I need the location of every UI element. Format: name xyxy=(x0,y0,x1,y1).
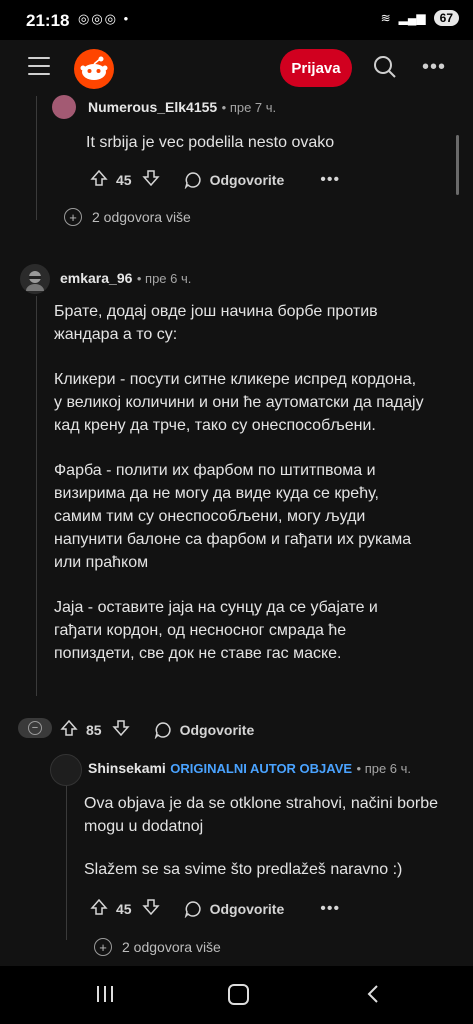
comment-username[interactable]: emkara_96 xyxy=(60,270,132,286)
search-icon[interactable] xyxy=(372,54,398,85)
comment-body: It srbija je vec podelila nesto ovako xyxy=(86,134,335,151)
status-bar: 21:18 ◎◎◎ • ≋ ▂▄▆ 67 xyxy=(0,0,473,40)
comment-time: пре 7 ч. xyxy=(229,100,277,115)
downvote-icon[interactable] xyxy=(111,719,130,740)
status-right: ≋ ▂▄▆ 67 xyxy=(381,10,459,26)
comment-time: пре 6 ч. xyxy=(145,271,192,286)
comment-actions: 85 Odgovorite xyxy=(60,719,254,740)
reply-icon xyxy=(184,900,201,918)
status-time: 21:18 xyxy=(26,11,70,30)
menu-icon[interactable] xyxy=(28,57,50,81)
home-icon[interactable] xyxy=(228,984,249,1005)
upvote-icon[interactable] xyxy=(90,169,108,190)
reddit-logo-icon[interactable] xyxy=(74,49,114,89)
collapse-button[interactable]: − xyxy=(18,718,52,738)
comment-body: Брате, додај овде још начина борбе проти… xyxy=(54,303,424,662)
recent-apps-icon[interactable] xyxy=(97,986,113,1002)
reply-button[interactable]: Odgovorite xyxy=(184,900,284,918)
reply-button[interactable]: Odgovorite xyxy=(154,721,254,739)
vote-count: 45 xyxy=(116,171,132,188)
comment-more-icon[interactable]: ••• xyxy=(320,171,340,189)
op-badge: ORIGINALNI AUTOR OBJAVE xyxy=(170,761,353,776)
reply-icon xyxy=(154,721,171,739)
wifi-icon: ≋ xyxy=(380,11,391,25)
reply-icon xyxy=(184,171,201,189)
downvote-icon[interactable] xyxy=(141,169,160,190)
downvote-icon[interactable] xyxy=(141,898,160,919)
reply-button[interactable]: Odgovorite xyxy=(184,171,284,189)
notification-icons: ◎◎◎ • xyxy=(78,11,131,26)
comment-body: Ova objava je da se otklone strahovi, na… xyxy=(84,795,438,878)
comment-username[interactable]: Numerous_Elk4155 xyxy=(88,99,217,115)
app-header: Prijava ••• xyxy=(0,40,473,96)
more-options-icon[interactable]: ••• xyxy=(422,56,446,79)
plus-icon: + xyxy=(64,208,82,226)
plus-icon: + xyxy=(94,938,112,956)
comment-username[interactable]: Shinsekami xyxy=(88,760,166,776)
minus-icon: − xyxy=(28,721,42,735)
avatar[interactable] xyxy=(50,754,82,786)
vote-count: 45 xyxy=(116,900,132,917)
back-icon[interactable] xyxy=(366,984,380,1009)
battery-icon: 67 xyxy=(433,10,459,26)
thread-line xyxy=(36,96,37,220)
thread-line xyxy=(36,296,37,696)
avatar[interactable] xyxy=(20,264,50,294)
comment-actions: 45 Odgovorite ••• xyxy=(90,169,340,190)
system-nav-bar xyxy=(0,966,473,1024)
upvote-icon[interactable] xyxy=(60,719,78,740)
comment-more-icon[interactable]: ••• xyxy=(320,900,340,918)
login-button[interactable]: Prijava xyxy=(280,49,352,87)
thread-line xyxy=(66,780,67,940)
comment-actions: 45 Odgovorite ••• xyxy=(90,898,340,919)
vote-count: 85 xyxy=(86,721,102,738)
signal-icon: ▂▄▆ xyxy=(398,11,426,25)
scrollbar[interactable] xyxy=(456,135,459,195)
upvote-icon[interactable] xyxy=(90,898,108,919)
comment-time: пре 6 ч. xyxy=(364,761,412,776)
more-replies-button[interactable]: + 2 odgovora više xyxy=(64,208,191,226)
avatar[interactable] xyxy=(52,95,76,119)
more-replies-button[interactable]: + 2 odgovora više xyxy=(94,938,221,956)
